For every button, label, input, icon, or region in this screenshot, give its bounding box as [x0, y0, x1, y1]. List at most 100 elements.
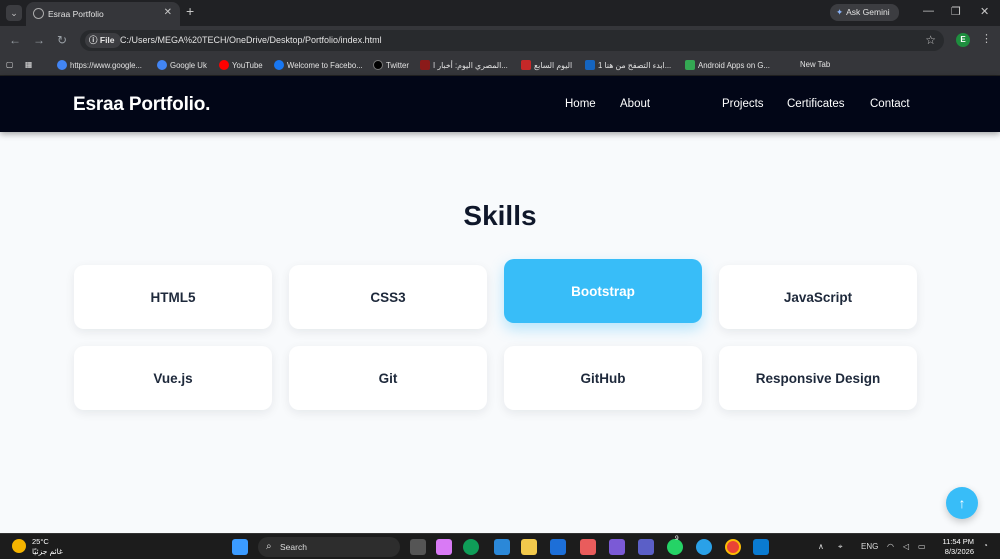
nav-link-projects[interactable]: Projects — [722, 98, 764, 110]
bookmarks-bar: ▢ ▦ https://www.google... Google Uk YouT… — [0, 56, 1000, 76]
url-text[interactable]: C:/Users/MEGA%20TECH/OneDrive/Desktop/Po… — [120, 35, 382, 45]
back-icon[interactable]: ← — [9, 33, 21, 47]
facebook-icon — [274, 60, 284, 70]
tab-title: Esraa Portfolio — [48, 9, 104, 19]
bookmark-star-icon[interactable]: ☆ — [925, 33, 936, 47]
vscode-icon[interactable] — [753, 539, 769, 555]
file-explorer-icon[interactable] — [521, 539, 537, 555]
windows-start-icon[interactable] — [232, 539, 248, 555]
bookmark-label: New Tab — [800, 60, 831, 69]
weather-text: غائم جزئيًا — [32, 547, 63, 556]
news-icon — [521, 60, 531, 70]
skill-card[interactable]: CSS3 — [289, 265, 487, 329]
taskbar-search[interactable]: ⌕ Search — [258, 537, 400, 557]
skill-card[interactable]: JavaScript — [719, 265, 917, 329]
bookmark-item[interactable]: Google Uk — [157, 60, 207, 70]
site-logo[interactable]: Esraa Portfolio. — [73, 94, 210, 116]
youtube-icon — [219, 60, 229, 70]
teams-icon[interactable] — [638, 539, 654, 555]
bookmark-label: ابدء التصفح من هنا 1... — [598, 61, 672, 70]
telegram-icon[interactable] — [696, 539, 712, 555]
ask-gemini-button[interactable]: ✦ Ask Gemini — [830, 4, 899, 21]
close-window-icon[interactable]: ✕ — [980, 5, 989, 18]
news-icon — [420, 60, 430, 70]
tray-overflow-icon[interactable]: ∧ — [818, 542, 824, 551]
skill-card[interactable]: HTML5 — [74, 265, 272, 329]
nav-link-certificates[interactable]: Certificates — [787, 98, 845, 110]
gemini-star-icon: ✦ — [836, 7, 844, 17]
ask-gemini-label: Ask Gemini — [846, 7, 890, 17]
profile-avatar[interactable]: E — [956, 33, 970, 47]
photos-icon[interactable] — [580, 539, 596, 555]
globe-icon — [33, 8, 44, 19]
skill-card[interactable]: GitHub — [504, 346, 702, 410]
chrome-icon[interactable] — [725, 539, 741, 555]
site-info-chip[interactable]: ⓘ File — [85, 33, 121, 48]
temperature: 25°C — [32, 537, 49, 546]
bookmark-label: YouTube — [232, 61, 263, 70]
skill-card[interactable]: Vue.js — [74, 346, 272, 410]
scroll-to-top-button[interactable]: ↑ — [946, 487, 978, 519]
apps-grid-icon[interactable]: ▦ — [25, 60, 32, 69]
wifi-icon[interactable]: ◠ — [887, 542, 894, 551]
store-icon[interactable] — [494, 539, 510, 555]
whatsapp-badge: 9 — [675, 535, 679, 542]
windows-taskbar: 25°C غائم جزئيًا ⌕ Search 9 ∧ ⌖ ENG ◠ ◁ ▭ … — [0, 533, 1000, 559]
menu-kebab-icon[interactable]: ⋮ — [981, 32, 992, 45]
visual-studio-icon[interactable] — [609, 539, 625, 555]
edge-icon[interactable] — [463, 539, 479, 555]
bookmark-label: Android Apps on G... — [698, 61, 770, 70]
bookmark-item[interactable]: New Tab — [800, 60, 830, 69]
tab-search-button[interactable]: ⌄ — [6, 5, 22, 21]
section-title: Skills — [463, 200, 537, 231]
bookmark-item[interactable]: Android Apps on G... — [685, 60, 770, 70]
site-navbar: Esraa Portfolio. Home About Projects Cer… — [0, 76, 1000, 132]
address-row: ← → ↻ ⓘ File C:/Users/MEGA%20TECH/OneDri… — [0, 26, 1000, 56]
bookmark-label: Google Uk — [170, 61, 207, 70]
volume-icon[interactable]: ◁ — [903, 542, 909, 551]
bookmark-item[interactable]: YouTube — [219, 60, 263, 70]
nav-link-home[interactable]: Home — [565, 98, 596, 110]
browser-tab-strip: ⌄ Esraa Portfolio ✕ + ✦ Ask Gemini — ❐ ✕ — [0, 0, 1000, 26]
nav-link-about[interactable]: About — [620, 98, 650, 110]
skill-card-active[interactable]: Bootstrap — [504, 259, 702, 323]
battery-icon[interactable]: ▭ — [918, 542, 926, 551]
close-tab-icon[interactable]: ✕ — [164, 7, 172, 18]
forward-icon[interactable]: → — [33, 33, 45, 47]
address-bar[interactable]: ⓘ File C:/Users/MEGA%20TECH/OneDrive/Des… — [80, 30, 944, 51]
google-icon — [57, 60, 67, 70]
skill-card[interactable]: Responsive Design — [719, 346, 917, 410]
google-icon — [157, 60, 167, 70]
sidebar-toggle-icon[interactable]: ▢ — [6, 60, 13, 69]
task-view-icon[interactable] — [410, 539, 426, 555]
site-info-label: File — [99, 35, 115, 45]
bookmark-item[interactable]: ابدء التصفح من هنا 1... — [585, 60, 671, 70]
mail-icon[interactable] — [550, 539, 566, 555]
new-tab-button[interactable]: + — [186, 3, 194, 19]
location-icon[interactable]: ⌖ — [838, 542, 843, 552]
bookmark-item[interactable]: Welcome to Facebo... — [274, 60, 363, 70]
minimize-icon[interactable]: — — [923, 5, 934, 17]
skill-card[interactable]: Git — [289, 346, 487, 410]
weather-icon — [12, 539, 26, 553]
search-label: Search — [280, 542, 307, 552]
browser-tab[interactable]: Esraa Portfolio ✕ — [26, 2, 180, 26]
bookmark-item[interactable]: https://www.google... — [57, 60, 142, 70]
system-clock[interactable]: 11:54 PM 8/3/2026 — [938, 537, 974, 557]
copilot-icon[interactable] — [436, 539, 452, 555]
clock-time: 11:54 PM — [942, 537, 974, 546]
bookmark-item[interactable]: اليوم السابع — [521, 60, 572, 70]
bookmark-label: اليوم السابع — [534, 61, 573, 70]
notification-icon[interactable]: ◔ — [983, 541, 988, 550]
bookmark-label: https://www.google... — [70, 61, 142, 70]
search-icon: ⌕ — [266, 541, 272, 552]
reload-icon[interactable]: ↻ — [57, 33, 67, 47]
nav-link-contact[interactable]: Contact — [870, 98, 910, 110]
play-icon — [685, 60, 695, 70]
restore-icon[interactable]: ❐ — [951, 5, 961, 18]
bookmark-item[interactable]: Twitter — [373, 60, 409, 70]
language-indicator[interactable]: ENG — [861, 542, 878, 551]
bookmark-label: المصري اليوم: أخبار ا... — [433, 61, 508, 70]
bookmark-item[interactable]: المصري اليوم: أخبار ا... — [420, 60, 508, 70]
page-icon — [585, 60, 595, 70]
